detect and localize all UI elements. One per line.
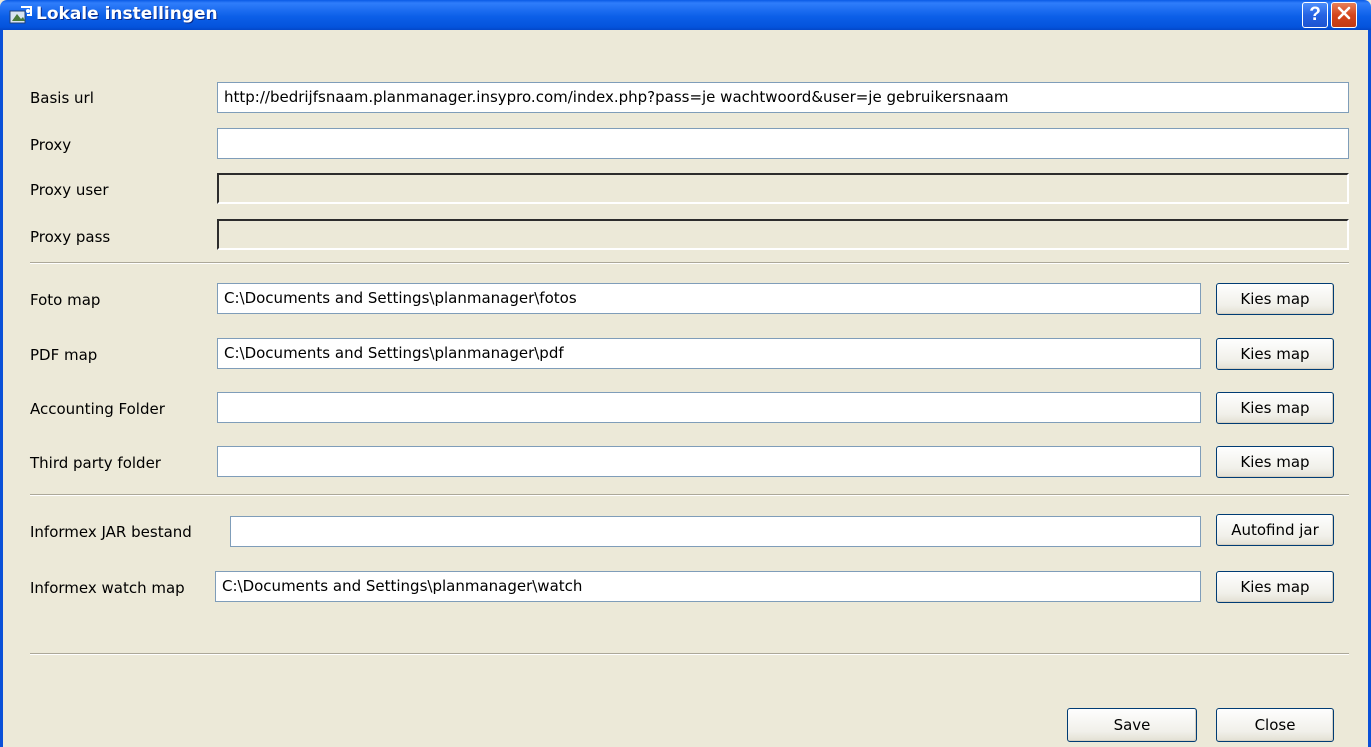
third-party-folder-browse-button[interactable]: Kies map — [1216, 446, 1334, 478]
pdf-map-input[interactable]: C:\Documents and Settings\planmanager\pd… — [217, 338, 1201, 369]
accounting-folder-browse-button[interactable]: Kies map — [1216, 392, 1334, 424]
foto-map-browse-button[interactable]: Kies map — [1216, 283, 1334, 315]
close-icon — [1336, 5, 1352, 25]
close-window-button[interactable] — [1331, 2, 1357, 28]
foto-map-label: Foto map — [30, 291, 101, 309]
informex-jar-label: Informex JAR bestand — [30, 523, 192, 541]
proxy-user-input[interactable] — [217, 173, 1349, 204]
close-button[interactable]: Close — [1216, 708, 1334, 742]
informex-watch-label: Informex watch map — [30, 579, 185, 597]
accounting-folder-label: Accounting Folder — [30, 400, 165, 418]
proxy-user-label: Proxy user — [30, 181, 109, 199]
proxy-label: Proxy — [30, 136, 72, 154]
basis-url-input[interactable]: http://bedrijfsnaam.planmanager.insypro.… — [217, 82, 1349, 113]
title-bar[interactable]: Lokale instellingen ? — [0, 0, 1371, 30]
pdf-map-browse-button[interactable]: Kies map — [1216, 338, 1334, 370]
accounting-folder-input[interactable] — [217, 392, 1201, 423]
informex-jar-input[interactable] — [230, 516, 1201, 547]
separator — [30, 262, 1349, 264]
save-button[interactable]: Save — [1067, 708, 1197, 742]
proxy-input[interactable] — [217, 128, 1349, 159]
proxy-pass-input[interactable] — [217, 219, 1349, 250]
third-party-folder-label: Third party folder — [30, 454, 161, 472]
third-party-folder-input[interactable] — [217, 446, 1201, 477]
informex-watch-browse-button[interactable]: Kies map — [1216, 571, 1334, 603]
proxy-pass-label: Proxy pass — [30, 228, 111, 246]
separator — [30, 653, 1349, 655]
foto-map-input[interactable]: C:\Documents and Settings\planmanager\fo… — [217, 283, 1201, 314]
autofind-jar-button[interactable]: Autofind jar — [1216, 514, 1334, 546]
window-frame-left — [0, 30, 3, 747]
app-icon — [9, 5, 33, 25]
help-button[interactable]: ? — [1302, 2, 1328, 28]
help-icon: ? — [1309, 4, 1321, 25]
separator — [30, 494, 1349, 496]
window-title: Lokale instellingen — [36, 4, 218, 24]
basis-url-label: Basis url — [30, 89, 94, 107]
pdf-map-label: PDF map — [30, 346, 98, 364]
informex-watch-input[interactable]: C:\Documents and Settings\planmanager\wa… — [215, 571, 1201, 602]
